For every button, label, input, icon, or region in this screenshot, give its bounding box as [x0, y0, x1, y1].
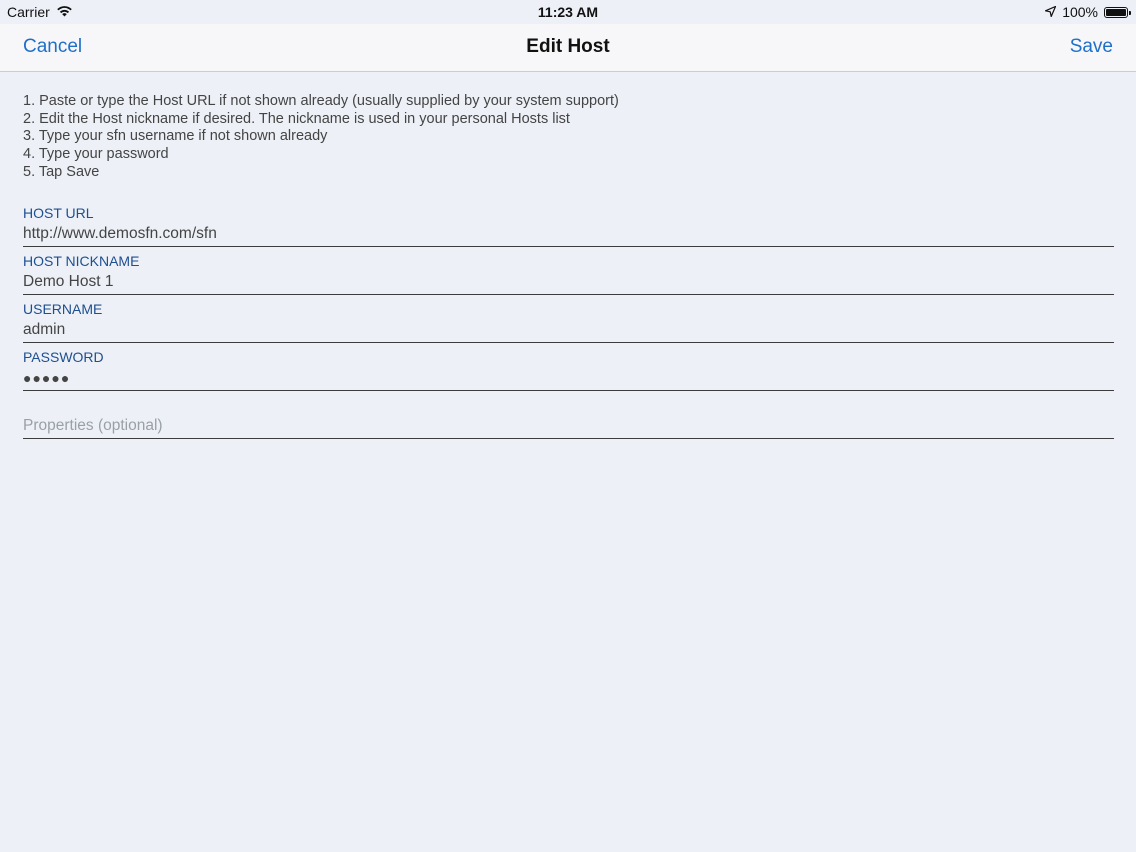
status-right: 100%: [1045, 4, 1131, 20]
instructions-list: 1. Paste or type the Host URL if not sho…: [23, 93, 619, 182]
properties-input[interactable]: Properties (optional): [23, 416, 1114, 438]
host-url-input[interactable]: http://www.demosfn.com/sfn: [23, 224, 1114, 246]
host-url-field[interactable]: HOST URL http://www.demosfn.com/sfn: [23, 205, 1114, 247]
username-label: USERNAME: [23, 301, 103, 317]
save-button[interactable]: Save: [1070, 36, 1113, 58]
status-time: 11:23 AM: [537, 4, 599, 20]
host-nickname-input[interactable]: Demo Host 1: [23, 272, 1114, 294]
battery-icon: [1104, 6, 1131, 18]
password-label: PASSWORD: [23, 349, 104, 365]
host-nickname-label: HOST NICKNAME: [23, 253, 140, 269]
navigation-bar: Cancel Edit Host Save: [0, 24, 1136, 72]
instruction-item: 5. Tap Save: [23, 163, 100, 180]
battery-fill: [1106, 8, 1126, 16]
properties-field[interactable]: Properties (optional): [23, 416, 1114, 439]
instruction-item: 3. Type your sfn username if not shown a…: [23, 128, 328, 145]
page-title: Edit Host: [526, 36, 610, 57]
password-input[interactable]: ●●●●●: [23, 368, 1114, 390]
location-arrow-icon: [1045, 4, 1057, 20]
instruction-item: 1. Paste or type the Host URL if not sho…: [23, 93, 619, 109]
instruction-item: 2. Edit the Host nickname if desired. Th…: [23, 110, 570, 127]
password-field[interactable]: PASSWORD ●●●●●: [23, 349, 1114, 391]
status-bar: Carrier 11:23 AM 100%: [0, 0, 1136, 24]
host-nickname-field[interactable]: HOST NICKNAME Demo Host 1: [23, 253, 1114, 295]
host-url-label: HOST URL: [23, 205, 94, 221]
instruction-item: 4. Type your password: [23, 146, 169, 163]
battery-cap: [1129, 10, 1131, 15]
battery-percent: 100%: [1062, 4, 1098, 20]
username-field[interactable]: USERNAME admin: [23, 301, 1114, 343]
username-input[interactable]: admin: [23, 320, 1114, 342]
